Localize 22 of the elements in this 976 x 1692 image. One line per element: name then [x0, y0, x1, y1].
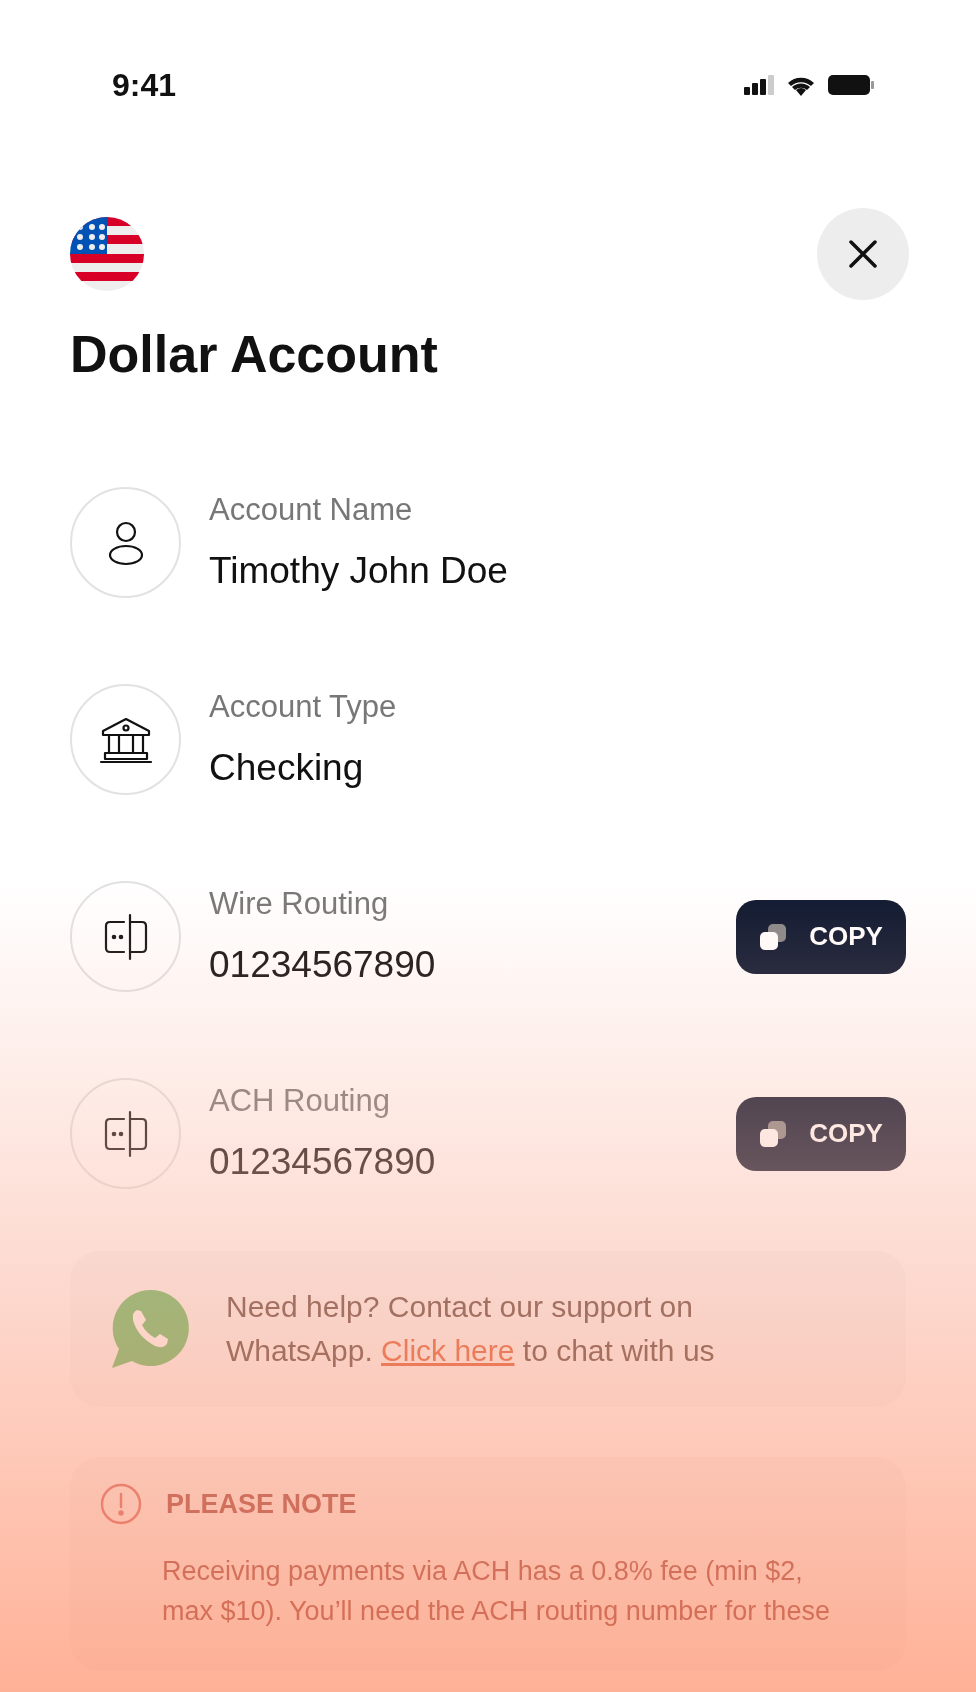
- copy-button[interactable]: COPY: [736, 1096, 906, 1171]
- copy-button[interactable]: COPY: [736, 899, 906, 974]
- chat-bubble-icon: [110, 1288, 192, 1370]
- copy-icon: [759, 1119, 788, 1148]
- field-label: Wire Routing: [209, 885, 390, 923]
- help-text: Need help? Contact our support on WhatsApp. Click here to chat with us: [226, 1289, 716, 1369]
- note-text: Receiving payments via ACH has a 0.8% fee (min $2, max $10). You’ll need the ACH routing number for these: [162, 1555, 831, 1628]
- close-icon: [848, 239, 878, 269]
- field-label: Account Type: [209, 688, 398, 726]
- page-title: Dollar Account: [70, 324, 439, 385]
- status-time: 9:41: [112, 66, 177, 105]
- field-value: Timothy John Doe: [209, 548, 509, 593]
- battery-icon: [828, 75, 874, 95]
- field-value: 01234567890: [209, 1139, 437, 1184]
- note-title: PLEASE NOTE: [166, 1487, 357, 1521]
- copy-icon: [759, 922, 788, 951]
- signal-icon: [744, 75, 774, 95]
- field-label: Account Name: [209, 491, 414, 529]
- field-value: Checking: [209, 745, 365, 790]
- info-icon: [100, 1483, 142, 1525]
- field-label: ACH Routing: [209, 1082, 391, 1120]
- field-value: 01234567890: [209, 942, 437, 987]
